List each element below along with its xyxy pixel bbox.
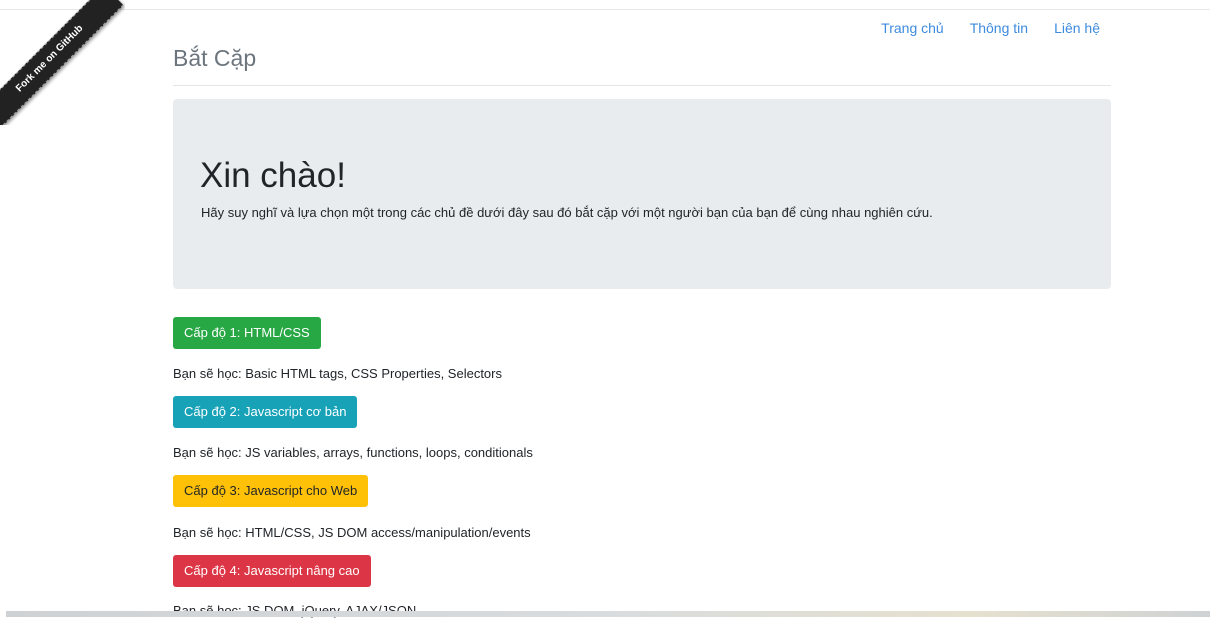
- level-1-button[interactable]: Cấp độ 1: HTML/CSS: [173, 317, 321, 349]
- level-3-description: Bạn sẽ học: HTML/CSS, JS DOM access/mani…: [173, 525, 531, 540]
- bottom-scroll-bar[interactable]: [6, 611, 1210, 617]
- top-divider: [0, 9, 1210, 10]
- top-nav: Trang chủ Thông tin Liên hệ: [881, 19, 1100, 37]
- hero-jumbotron: Xin chào! Hãy suy nghĩ và lựa chọn một t…: [173, 99, 1111, 289]
- hero-title: Xin chào!: [200, 156, 346, 195]
- level-1-description: Bạn sẽ học: Basic HTML tags, CSS Propert…: [173, 366, 502, 381]
- github-ribbon-container: Fork me on GitHub: [0, 0, 125, 125]
- level-2-button[interactable]: Cấp độ 2: Javascript cơ bản: [173, 396, 358, 428]
- level-2-description: Bạn sẽ học: JS variables, arrays, functi…: [173, 445, 533, 460]
- nav-link-contact[interactable]: Liên hệ: [1054, 19, 1100, 37]
- nav-link-info[interactable]: Thông tin: [970, 19, 1028, 37]
- fork-on-github-ribbon[interactable]: Fork me on GitHub: [0, 0, 124, 125]
- nav-link-home[interactable]: Trang chủ: [881, 19, 944, 37]
- header-divider: [173, 85, 1111, 86]
- site-brand: Bắt Cặp: [173, 45, 257, 71]
- level-4-button[interactable]: Cấp độ 4: Javascript nâng cao: [173, 555, 371, 587]
- hero-lead: Hãy suy nghĩ và lựa chọn một trong các c…: [201, 205, 933, 220]
- level-3-button[interactable]: Cấp độ 3: Javascript cho Web: [173, 475, 369, 507]
